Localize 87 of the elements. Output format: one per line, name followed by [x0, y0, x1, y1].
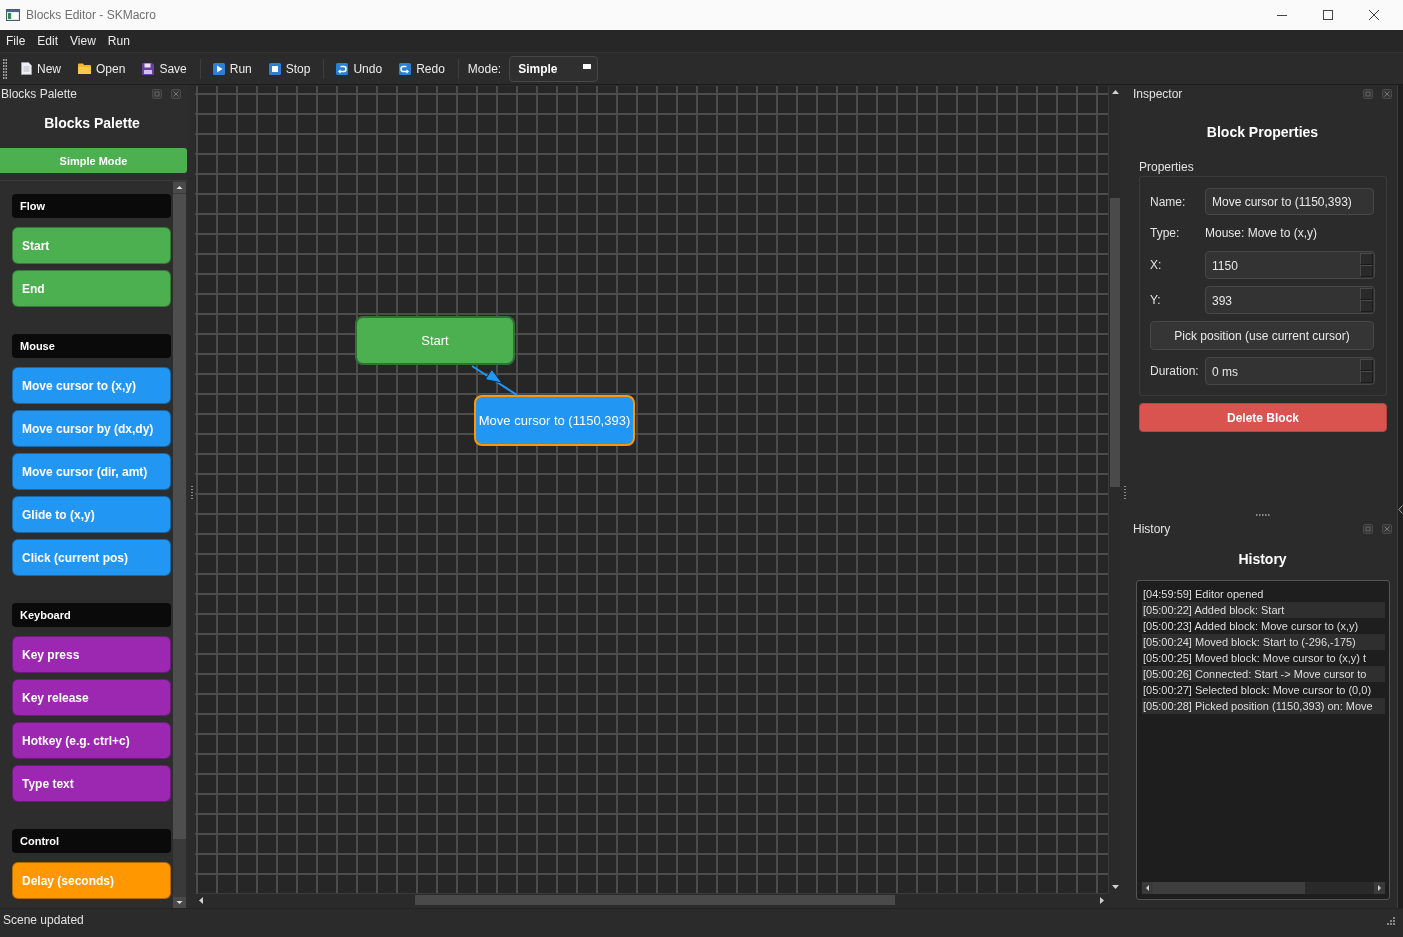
run-button[interactable]: Run	[209, 56, 255, 81]
status-message: Scene updated	[3, 913, 84, 927]
panel-heading: History	[1238, 550, 1287, 568]
menu-item[interactable]: File	[0, 32, 32, 50]
palette-block[interactable]: Type text	[12, 765, 171, 802]
scrollbar-thumb[interactable]	[1110, 198, 1120, 487]
spin-down-button[interactable]	[1360, 265, 1373, 277]
dropdown-indicator-icon	[583, 63, 592, 69]
dock-title: Inspector	[1133, 87, 1183, 101]
history-entry[interactable]: [05:00:23] Added block: Move cursor to (x,y)	[1142, 618, 1385, 634]
history-entry[interactable]: [05:00:24] Moved block: Start to (-296,-175)	[1142, 634, 1385, 650]
menu-item[interactable]: Edit	[31, 32, 65, 50]
scroll-left-icon[interactable]	[1142, 882, 1153, 894]
close-icon[interactable]	[1382, 89, 1392, 99]
category-header: Flow	[12, 194, 171, 218]
number-field[interactable]: 1150	[1205, 251, 1375, 279]
history-entry[interactable]: [05:00:25] Moved block: Move cursor to (x,y) t	[1142, 650, 1385, 666]
spin-down-button[interactable]	[1360, 300, 1373, 312]
history-entry[interactable]: [05:00:26] Connected: Start -> Move cursor to	[1142, 666, 1385, 682]
history-entry[interactable]: [05:00:28] Picked position (1150,393) on: Move	[1142, 698, 1385, 714]
history-entry[interactable]: [04:59:59] Editor opened	[1142, 586, 1385, 602]
number-field[interactable]: 0 ms	[1205, 357, 1375, 385]
pick-position-button[interactable]: Pick position (use current cursor)	[1150, 321, 1374, 350]
redo-icon	[399, 62, 412, 75]
stop-button[interactable]: Stop	[265, 56, 314, 81]
scroll-up-icon[interactable]	[173, 182, 186, 193]
minimize-icon	[1277, 14, 1287, 16]
maximize-icon	[1323, 10, 1333, 20]
menu-item[interactable]: View	[64, 32, 102, 50]
connector-arrow	[471, 365, 518, 396]
category-header: Mouse	[12, 334, 171, 358]
dock-title: Blocks Palette	[1, 87, 78, 101]
toolbar-grip-icon[interactable]	[3, 58, 7, 79]
redo-button[interactable]: Redo	[396, 56, 448, 81]
mode-dropdown[interactable]: Simple	[509, 55, 599, 82]
history-entry[interactable]: [05:00:27] Selected block: Move cursor to (0,0)	[1142, 682, 1385, 698]
float-icon[interactable]	[1363, 89, 1373, 99]
app-icon	[6, 9, 20, 21]
splitter-grip-icon[interactable]	[1123, 485, 1126, 500]
play-icon	[212, 62, 225, 75]
group-title: Properties	[1139, 160, 1194, 174]
scrollbar-thumb[interactable]	[415, 895, 895, 905]
spin-up-button[interactable]	[1360, 359, 1373, 371]
mode-label: Mode:	[467, 61, 502, 76]
field-label: Y:	[1150, 293, 1162, 307]
delete-block-button[interactable]: Delete Block	[1139, 403, 1387, 432]
close-icon	[1369, 10, 1379, 20]
close-icon[interactable]	[1382, 524, 1392, 534]
float-icon[interactable]	[152, 89, 162, 99]
save-button[interactable]: Save	[139, 56, 190, 81]
window-title: Blocks Editor - SKMacro	[26, 8, 157, 22]
palette-block[interactable]: Key release	[12, 679, 171, 716]
float-icon[interactable]	[1363, 524, 1373, 534]
field-label: Type:	[1150, 226, 1181, 240]
scrollbar-thumb[interactable]	[1153, 882, 1305, 894]
field-label: Name:	[1150, 194, 1187, 209]
folder-icon	[78, 63, 91, 74]
menu-item[interactable]: Run	[101, 32, 136, 50]
category-header: Keyboard	[12, 603, 171, 627]
scroll-down-icon[interactable]	[173, 897, 186, 908]
document-icon	[21, 62, 32, 75]
resize-grip-icon[interactable]	[1385, 917, 1395, 927]
name-field[interactable]: Move cursor to (1150,393)	[1205, 188, 1374, 215]
palette-block[interactable]: Key press	[12, 636, 171, 673]
open-button[interactable]: Open	[75, 56, 129, 81]
spin-up-button[interactable]	[1360, 253, 1373, 265]
field-label: X:	[1150, 258, 1163, 272]
spin-down-button[interactable]	[1360, 371, 1373, 383]
category-header: Control	[12, 829, 171, 853]
horizontal-scrollbar[interactable]	[1142, 882, 1385, 894]
stop-icon	[268, 62, 281, 75]
number-field[interactable]: 393	[1205, 286, 1375, 314]
panel-heading: Block Properties	[1206, 123, 1319, 141]
spin-up-button[interactable]	[1360, 288, 1373, 300]
palette-block[interactable]: Hotkey (e.g. ctrl+c)	[12, 722, 171, 759]
undo-icon	[336, 62, 349, 75]
chevron-left-icon[interactable]	[1398, 505, 1403, 514]
splitter-grip-icon[interactable]	[190, 485, 193, 500]
field-label: Duration:	[1150, 364, 1200, 378]
undo-button[interactable]: Undo	[333, 56, 386, 81]
field-value: Mouse: Move to (x,y)	[1205, 226, 1318, 240]
scroll-right-icon[interactable]	[1374, 882, 1385, 894]
history-entry[interactable]: [05:00:22] Added block: Start	[1142, 602, 1385, 618]
dock-title: History	[1133, 522, 1171, 536]
close-icon[interactable]	[171, 89, 181, 99]
palette-heading: Blocks Palette	[44, 114, 140, 132]
new-button[interactable]: New	[18, 56, 64, 81]
